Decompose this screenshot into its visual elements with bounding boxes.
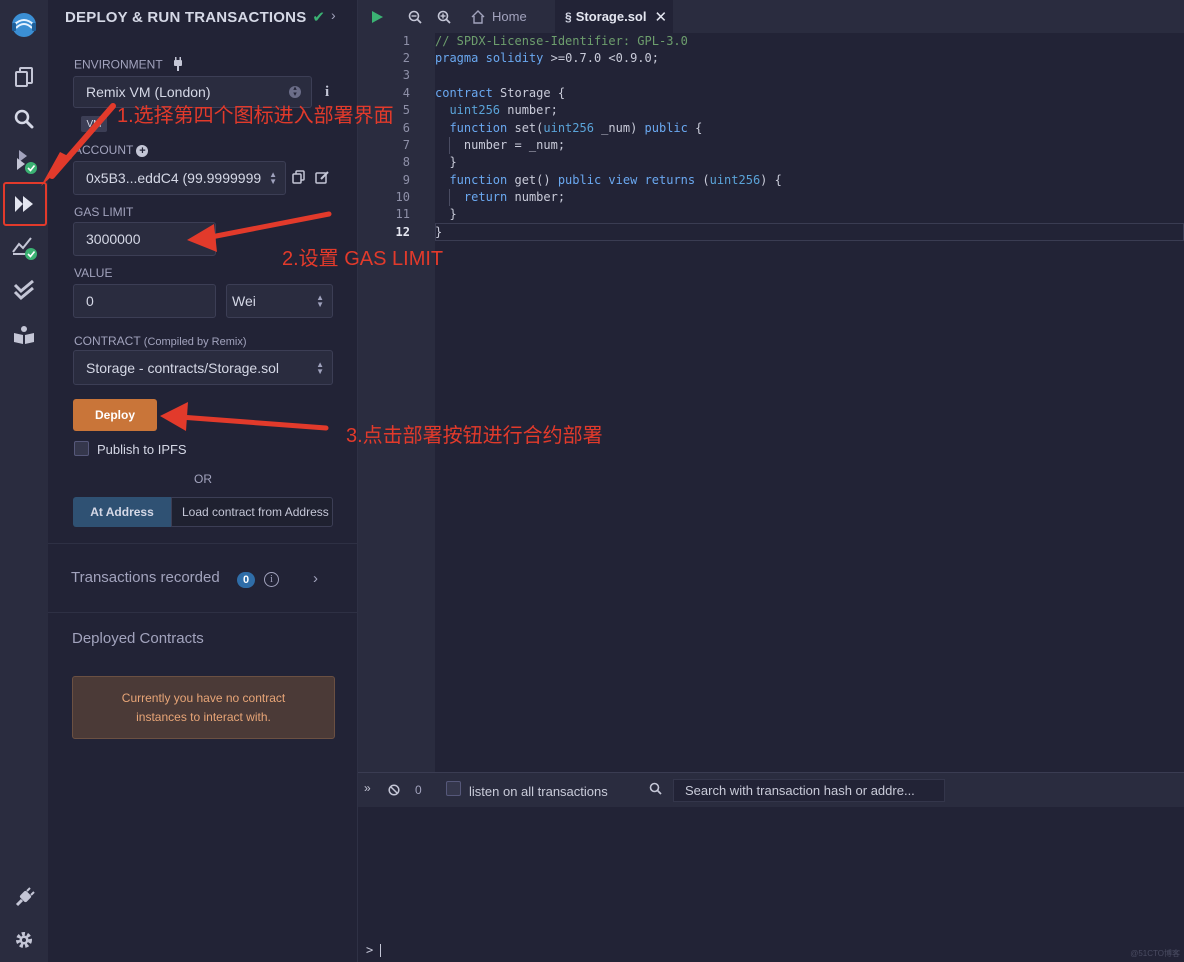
code-line: uint256 number; <box>449 103 558 117</box>
section-divider <box>48 543 358 544</box>
zoom-in-icon[interactable] <box>437 0 451 33</box>
contract-label: CONTRACT (Compiled by Remix) <box>74 334 247 348</box>
clear-console-icon[interactable] <box>388 783 400 801</box>
load-contract-address-input[interactable]: Load contract from Address <box>171 497 333 527</box>
search-icon <box>649 782 662 800</box>
close-icon[interactable]: ✕ <box>654 8 667 26</box>
code-line: function set(uint256 _num) public { <box>449 121 703 135</box>
pending-tx-count: 0 <box>415 783 422 797</box>
analysis-icon[interactable] <box>4 227 44 267</box>
line-number: 3 <box>402 68 410 82</box>
or-separator: OR <box>194 472 212 486</box>
tab-storage-sol[interactable]: § Storage.sol ✕ <box>555 0 673 33</box>
transactions-recorded-label[interactable]: Transactions recorded <box>71 569 220 586</box>
line-number: 2 <box>402 51 410 65</box>
deployed-contracts-label: Deployed Contracts <box>72 630 204 647</box>
no-instances-alert: Currently you have no contract instances… <box>72 676 335 739</box>
line-number: 1 <box>402 34 410 48</box>
select-caret-icon: ▲ ▼ <box>316 359 324 376</box>
vm-badge: VM <box>81 116 107 132</box>
learneth-icon[interactable] <box>4 315 44 355</box>
annotation-step-1: 1.选择第四个图标进入部署界面 <box>117 105 394 127</box>
line-number: 8 <box>402 155 410 169</box>
edit-icon[interactable] <box>315 170 329 189</box>
solidity-compiler-icon[interactable] <box>4 141 44 181</box>
search-icon[interactable] <box>4 99 44 139</box>
run-script-play-icon[interactable] <box>370 0 384 33</box>
panel-title: DEPLOY & RUN TRANSACTIONS ✔ <box>65 9 326 26</box>
remix-ide-window: DEPLOY & RUN TRANSACTIONS ✔ › ENVIRONMENT… <box>0 0 1184 962</box>
solidity-file-icon: § <box>565 9 572 24</box>
transactions-count-badge: 0 <box>237 572 255 588</box>
code-line: return number; <box>463 190 566 204</box>
gas-limit-input[interactable]: 3000000 <box>73 222 216 256</box>
line-number: 11 <box>395 207 410 221</box>
plug-icon <box>172 57 184 74</box>
section-divider <box>48 612 358 613</box>
annotation-step-2: 2.设置 GAS LIMIT <box>282 248 444 270</box>
environment-label: ENVIRONMENT <box>74 57 184 74</box>
settings-gear-icon[interactable] <box>4 920 44 960</box>
contract-select[interactable]: Storage - contracts/Storage.sol ▲ ▼ <box>73 350 333 385</box>
chevron-right-icon[interactable]: › <box>313 570 318 587</box>
listen-all-checkbox[interactable] <box>446 781 461 796</box>
select-caret-icon: ▲ ▼ <box>316 293 324 309</box>
at-address-button[interactable]: At Address <box>73 497 171 527</box>
code-line: number = _num; <box>435 138 566 152</box>
annotation-highlight-box <box>3 182 47 226</box>
account-select[interactable]: 0x5B3...eddC4 (99.9999999 ▲ ▼ <box>73 161 286 195</box>
publish-ipfs-label: Publish to IPFS <box>97 442 187 457</box>
verified-check-icon: ✔ <box>312 9 326 26</box>
unit-testing-icon[interactable] <box>4 270 44 310</box>
code-line: // SPDX-License-Identifier: GPL-3.0 <box>435 34 688 48</box>
line-number: 4 <box>402 86 410 100</box>
terminal-panel: » 0 listen on all transactions Search wi… <box>358 772 1184 962</box>
home-icon <box>471 9 485 24</box>
collapse-terminal-icon[interactable]: » <box>364 781 371 795</box>
deploy-button[interactable]: Deploy <box>73 399 157 431</box>
terminal-toolbar: » 0 listen on all transactions Search wi… <box>358 773 1184 807</box>
line-number-active: 12 <box>395 225 410 239</box>
value-unit-select[interactable]: Wei ▲ ▼ <box>226 284 333 318</box>
code-line: } <box>435 155 457 169</box>
current-line-highlight <box>435 223 1184 241</box>
value-input[interactable]: 0 <box>73 284 216 318</box>
code-line: } <box>435 225 443 239</box>
info-icon[interactable]: i <box>264 572 279 587</box>
plugin-manager-icon[interactable] <box>4 878 44 918</box>
publish-ipfs-checkbox[interactable] <box>74 441 89 456</box>
tab-home[interactable]: Home <box>462 0 554 33</box>
add-account-icon[interactable]: + <box>136 145 149 157</box>
file-explorer-icon[interactable] <box>4 57 44 97</box>
value-label: VALUE <box>74 266 113 280</box>
zoom-out-icon[interactable] <box>408 0 422 33</box>
listen-all-label: listen on all transactions <box>469 784 608 799</box>
select-caret-icon: ▴ ▾ <box>289 85 301 98</box>
code-line: contract Storage { <box>435 86 566 100</box>
annotation-step-3: 3.点击部署按钮进行合约部署 <box>346 425 603 447</box>
gas-limit-label: GAS LIMIT <box>74 205 134 219</box>
code-editor[interactable]: 1 2 3 4 5 6 7 8 9 10 11 12 // SPDX-Licen… <box>358 33 1184 772</box>
account-label: ACCOUNT + <box>74 143 149 157</box>
chevron-right-icon[interactable]: › <box>331 7 336 23</box>
copy-icon[interactable] <box>292 170 306 189</box>
terminal-prompt[interactable]: > <box>366 943 382 957</box>
terminal-search-input[interactable]: Search with transaction hash or addre... <box>673 779 945 802</box>
editor-tab-bar: Home § Storage.sol ✕ <box>358 0 1184 33</box>
line-number: 10 <box>395 190 410 204</box>
select-caret-icon: ▲ ▼ <box>269 170 277 186</box>
indent-guide <box>449 137 450 154</box>
line-number: 7 <box>402 138 410 152</box>
indent-guide <box>449 189 450 206</box>
deploy-run-panel: DEPLOY & RUN TRANSACTIONS ✔ › ENVIRONMENT… <box>48 0 358 962</box>
icon-panel <box>0 0 48 962</box>
code-line: } <box>435 207 457 221</box>
line-number: 9 <box>402 173 410 187</box>
remix-logo-icon[interactable] <box>4 6 44 46</box>
code-line: pragma solidity >=0.7.0 <0.9.0; <box>435 51 659 65</box>
watermark: @51CTO博客 <box>1130 949 1180 958</box>
code-line: function get() public view returns (uint… <box>449 173 782 187</box>
